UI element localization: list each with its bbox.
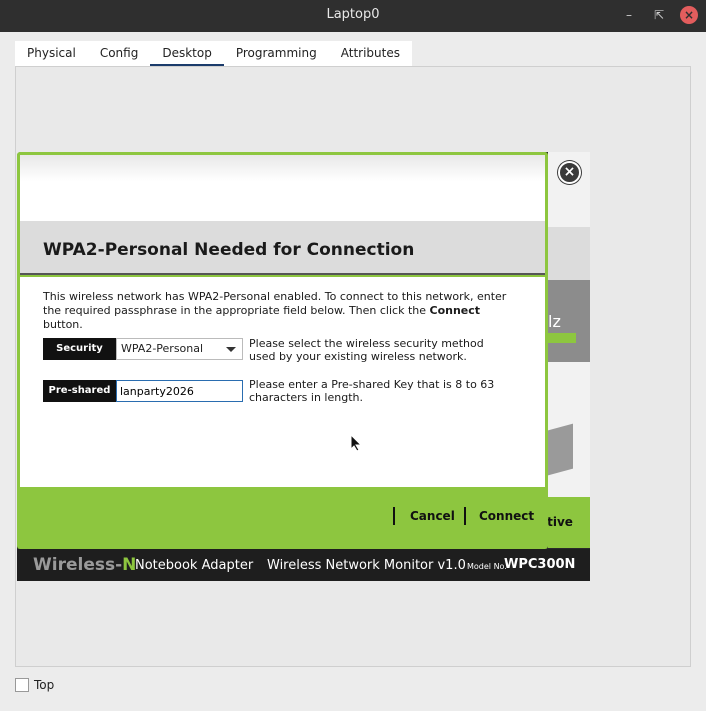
dialog-top [20,155,545,221]
maximize-icon[interactable]: ⇱ [650,6,668,24]
monitor-version: Wireless Network Monitor v1.0 [267,558,466,573]
connect-button[interactable]: Connect [479,509,534,523]
separator [393,507,395,525]
security-label: Security [43,338,116,360]
separator [464,507,466,525]
dialog-title: WPA2-Personal Needed for Connection [43,240,415,260]
bg-panel-text: lz [548,312,561,331]
security-select-value: WPA2-Personal [121,342,204,355]
security-select[interactable]: WPA2-Personal [116,338,243,360]
brand-logo: Wireless-N [33,555,137,575]
dialog-button-bar [20,491,545,549]
tab-physical[interactable]: Physical [15,41,88,67]
dialog-description: This wireless network has WPA2-Personal … [43,290,507,331]
cancel-button[interactable]: Cancel [410,509,455,523]
psk-label: Pre-shared Key [43,380,116,418]
security-hint: Please select the wireless security meth… [249,337,484,363]
tab-programming[interactable]: Programming [223,41,329,67]
top-label: Top [34,678,55,692]
adapter-card-image [548,423,573,476]
wpa2-dialog: WPA2-Personal Needed for Connection This… [17,152,548,549]
product-name: Notebook Adapter [135,558,254,573]
background-app-panel: lz ctive [548,152,590,548]
close-icon[interactable]: × [680,6,698,24]
app-close-icon[interactable]: × [558,161,581,184]
tab-attributes[interactable]: Attributes [328,41,412,67]
psk-input[interactable] [116,380,243,402]
window-title: Laptop0 [326,7,380,22]
minimize-icon[interactable]: – [620,6,638,24]
bg-active-label: ctive [548,515,573,529]
tab-desktop[interactable]: Desktop [150,41,224,67]
app-footer: Wireless-N Notebook Adapter Wireless Net… [17,549,590,581]
bg-panel-band [548,227,590,280]
top-checkbox[interactable] [15,678,29,692]
psk-hint: Please enter a Pre-shared Key that is 8 … [249,378,495,404]
model-label: Model No. [467,562,507,571]
tab-bar: Physical Config Desktop Programming Attr… [15,41,412,67]
chevron-down-icon [226,347,236,352]
bg-panel-green-bar [548,333,576,343]
tab-config[interactable]: Config [87,41,151,67]
title-bar: Laptop0 – ⇱ × [0,0,706,32]
model-number: WPC300N [504,557,576,572]
